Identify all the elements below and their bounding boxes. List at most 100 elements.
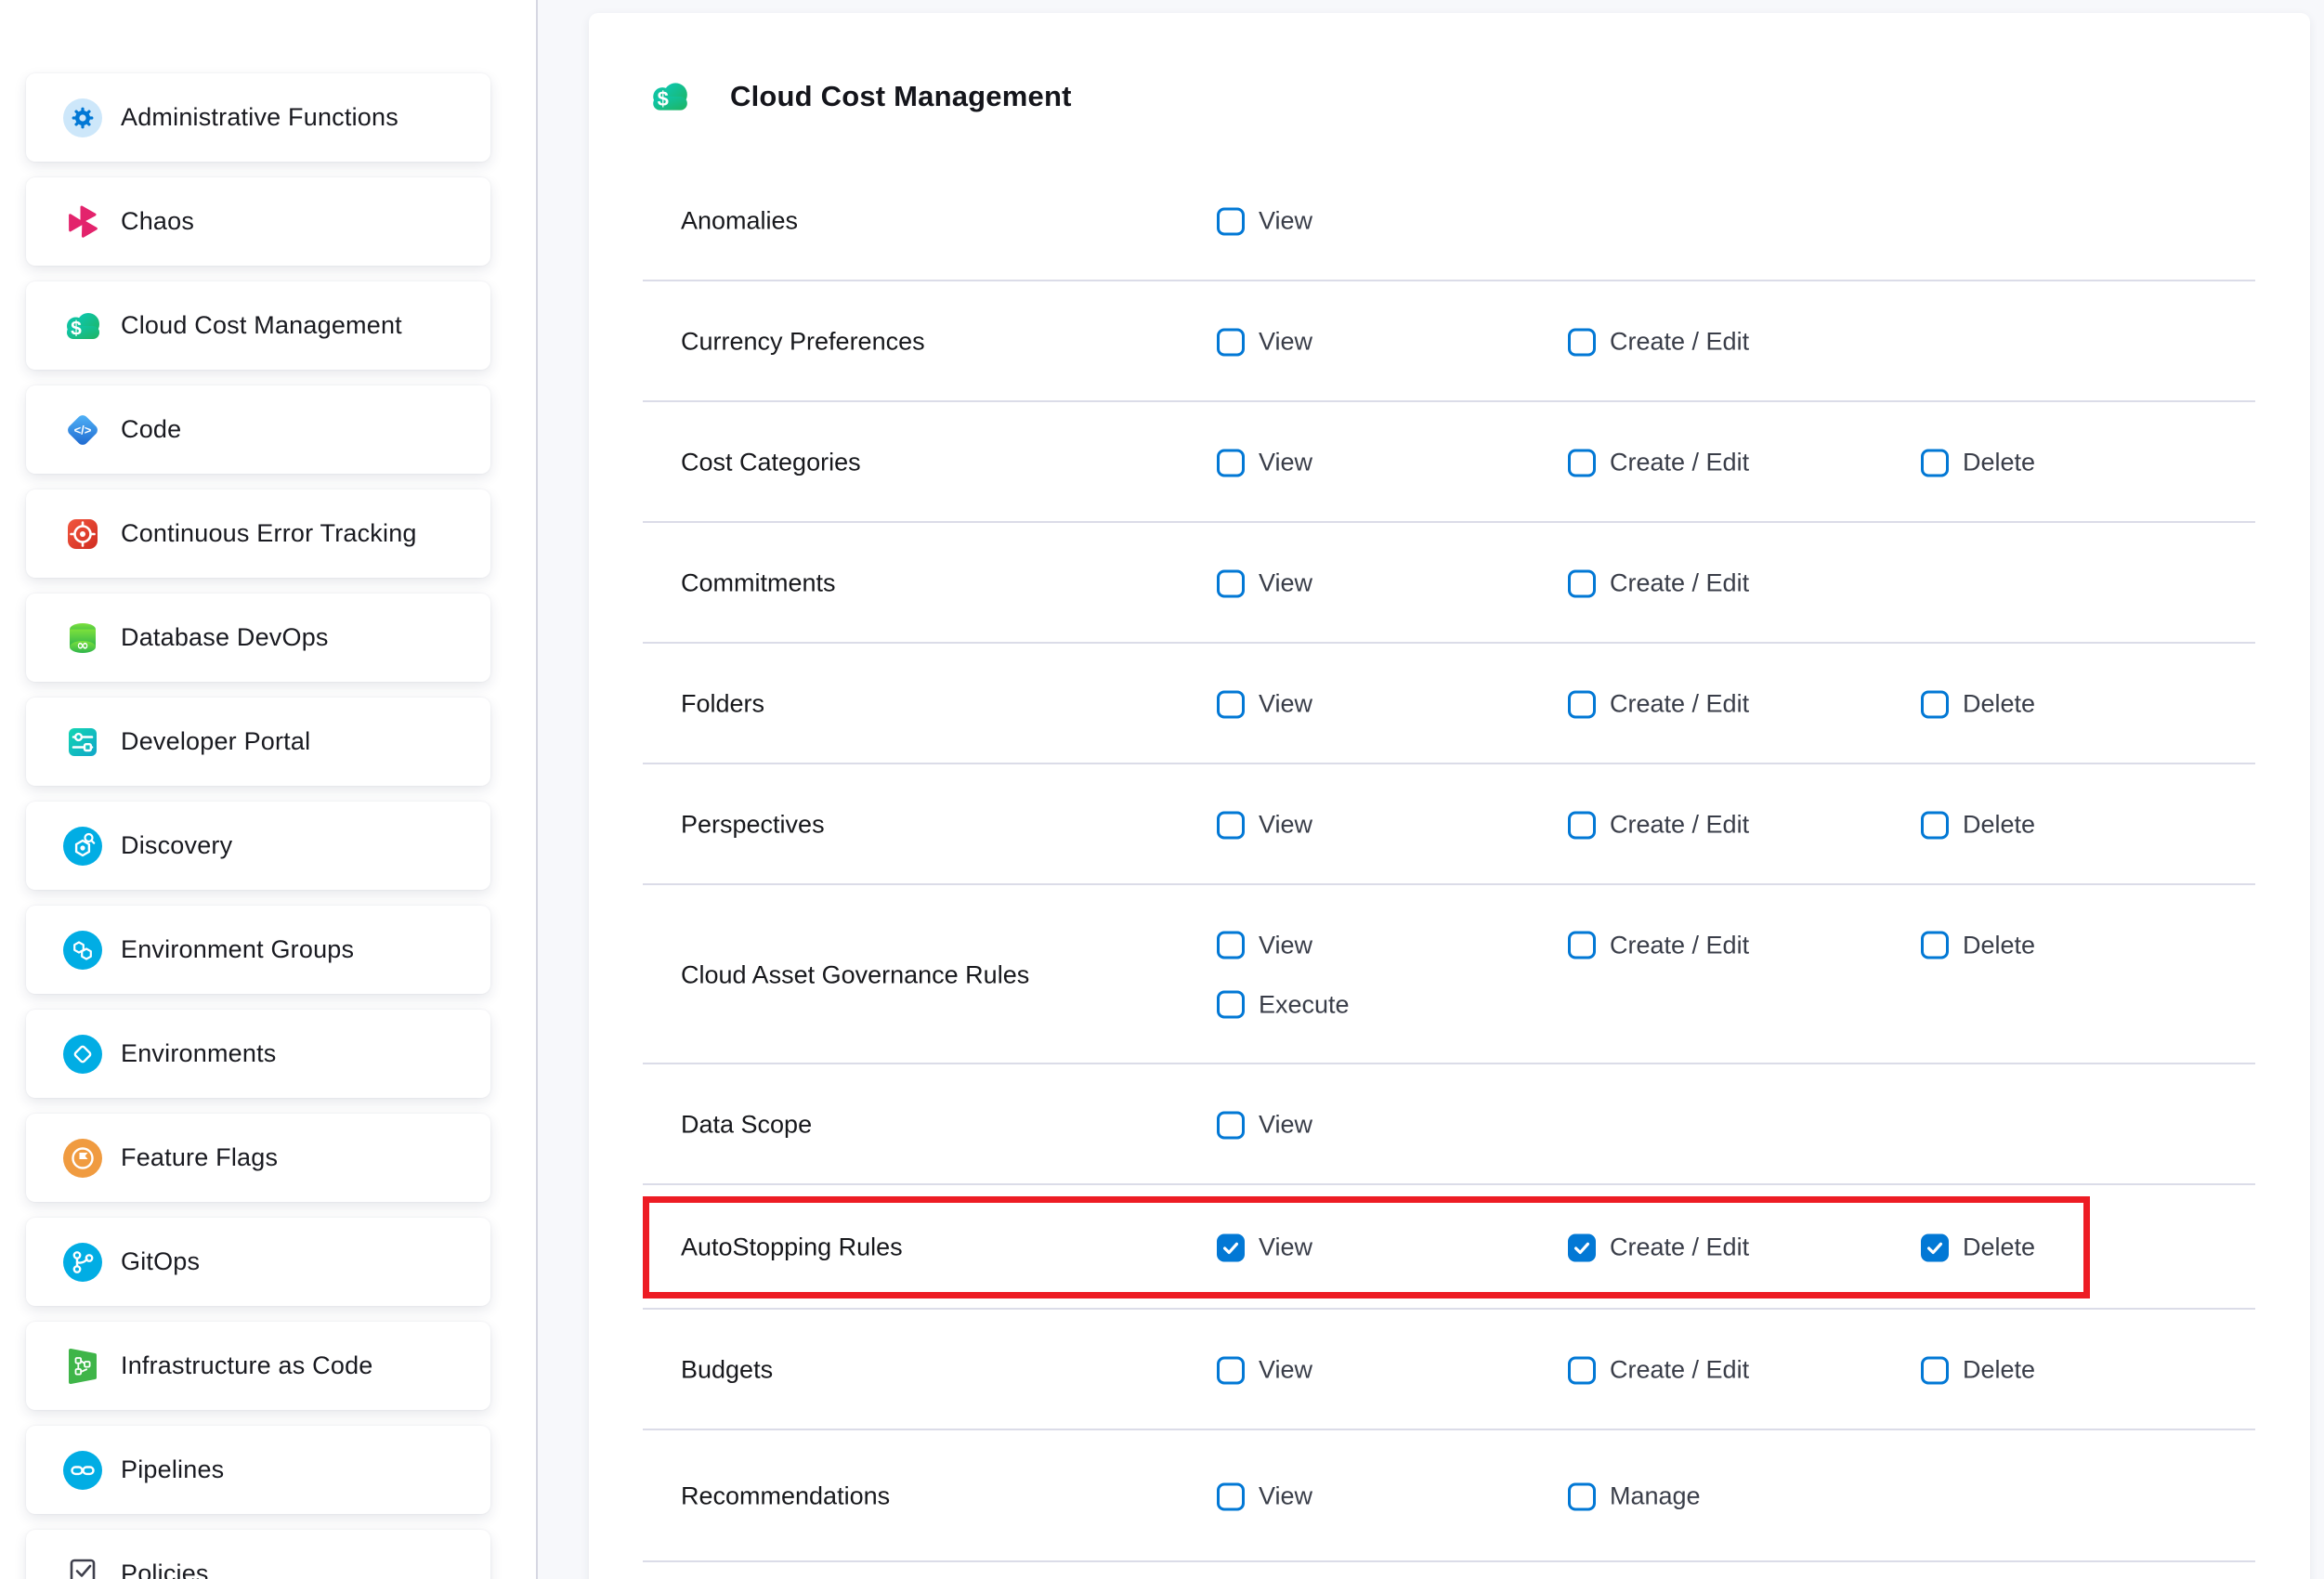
permission-row-cost-categories: Cost CategoriesViewCreate / EditDelete — [589, 402, 2310, 523]
permission-cell-commitments-view[interactable]: View — [1217, 569, 1312, 598]
permission-cell-perspectives-view[interactable]: View — [1217, 811, 1312, 840]
checkbox-view[interactable] — [1217, 1111, 1245, 1139]
target-icon — [62, 514, 103, 555]
permission-cell-perspectives-create-edit[interactable]: Create / Edit — [1568, 811, 1749, 840]
permission-cell-anomalies-view[interactable]: View — [1217, 207, 1312, 236]
permission-cells: View Create / Edit Delete — [589, 644, 2310, 764]
checked-checkbox-delete[interactable] — [1921, 1233, 1949, 1261]
permission-cell-autostopping-rules-create-edit[interactable]: Create / Edit — [1568, 1233, 1749, 1262]
permission-line: View — [589, 191, 2310, 251]
permission-row-folders: FoldersViewCreate / EditDelete — [589, 644, 2310, 764]
permission-cell-recommendations-view[interactable]: View — [1217, 1482, 1312, 1511]
checkbox-view[interactable] — [1217, 1356, 1245, 1384]
permission-label: View — [1259, 1111, 1312, 1140]
checked-checkbox-create-edit[interactable] — [1568, 1233, 1596, 1261]
permission-row-budgets: BudgetsViewCreate / EditDelete — [589, 1310, 2310, 1430]
sidebar-item-developer-portal[interactable]: Developer Portal — [26, 698, 490, 786]
checkbox-view[interactable] — [1217, 932, 1245, 959]
permission-cell-folders-create-edit[interactable]: Create / Edit — [1568, 690, 1749, 719]
sidebar-item-continuous-error-tracking[interactable]: Continuous Error Tracking — [26, 489, 490, 578]
permission-cell-cloud-asset-governance-rules-delete[interactable]: Delete — [1921, 931, 2035, 959]
checkbox-create-edit[interactable] — [1568, 328, 1596, 356]
permission-label: Manage — [1610, 1482, 1701, 1511]
sidebar-item-environments[interactable]: Environments — [26, 1010, 490, 1098]
permission-label: Create / Edit — [1610, 931, 1749, 959]
main-area: $ Cloud Cost Management AnomaliesViewCur… — [538, 0, 2324, 1579]
checkbox-execute[interactable] — [1217, 991, 1245, 1019]
permission-label: View — [1259, 931, 1312, 959]
checkbox-create-edit[interactable] — [1568, 569, 1596, 597]
checkbox-view[interactable] — [1217, 207, 1245, 235]
permission-cell-cloud-asset-governance-rules-execute[interactable]: Execute — [1217, 990, 1350, 1019]
permissions-page: Administrative Functions Chaos $Cloud Cost… — [0, 0, 2324, 1579]
checkbox-delete[interactable] — [1921, 811, 1949, 839]
sidebar-item-database-devops[interactable]: ∞Database DevOps — [26, 594, 490, 682]
permission-cells: View — [589, 161, 2310, 281]
sidebar-item-cloud-cost-management[interactable]: $Cloud Cost Management — [26, 281, 490, 370]
permission-label: View — [1259, 690, 1312, 719]
sidebar-item-code[interactable]: </>Code — [26, 385, 490, 474]
permission-cell-currency-preferences-create-edit[interactable]: Create / Edit — [1568, 328, 1749, 357]
permission-cell-autostopping-rules-delete[interactable]: Delete — [1921, 1233, 2035, 1262]
sidebar-item-infrastructure-as-code[interactable]: Infrastructure as Code — [26, 1322, 490, 1410]
checkbox-view[interactable] — [1217, 569, 1245, 597]
permission-cell-cost-categories-delete[interactable]: Delete — [1921, 449, 2035, 477]
permission-cell-folders-delete[interactable]: Delete — [1921, 690, 2035, 719]
permission-cell-commitments-create-edit[interactable]: Create / Edit — [1568, 569, 1749, 598]
permission-cells: View Create / Edit Delete — [589, 402, 2310, 523]
checkbox-delete[interactable] — [1921, 1356, 1949, 1384]
checkbox-create-edit[interactable] — [1568, 1356, 1596, 1384]
permission-cell-autostopping-rules-view[interactable]: View — [1217, 1233, 1312, 1262]
permission-label: Execute — [1259, 990, 1350, 1019]
checkbox-create-edit[interactable] — [1568, 449, 1596, 476]
permission-label: Create / Edit — [1610, 1233, 1749, 1262]
checkbox-delete[interactable] — [1921, 449, 1949, 476]
permission-line: View Create / Edit — [589, 312, 2310, 372]
permission-label: View — [1259, 449, 1312, 477]
permission-row-anomalies: AnomaliesView — [589, 161, 2310, 281]
permission-cell-perspectives-delete[interactable]: Delete — [1921, 811, 2035, 840]
permission-cell-cost-categories-create-edit[interactable]: Create / Edit — [1568, 449, 1749, 477]
permission-row-currency-preferences: Currency PreferencesViewCreate / Edit — [589, 281, 2310, 402]
checkbox-create-edit[interactable] — [1568, 932, 1596, 959]
sidebar-item-feature-flags[interactable]: Feature Flags — [26, 1114, 490, 1202]
checked-checkbox-view[interactable] — [1217, 1233, 1245, 1261]
sidebar-item-administrative-functions[interactable]: Administrative Functions — [26, 73, 490, 162]
permission-row-commitments: CommitmentsViewCreate / Edit — [589, 523, 2310, 644]
sidebar-item-label: GitOps — [121, 1247, 200, 1276]
permission-cells: View — [589, 1064, 2310, 1185]
permission-label: Delete — [1963, 449, 2035, 477]
sidebar-item-chaos[interactable]: Chaos — [26, 177, 490, 266]
permission-row-recommendations: RecommendationsViewManage — [589, 1430, 2310, 1562]
checkbox-create-edit[interactable] — [1568, 690, 1596, 718]
permission-cell-cloud-asset-governance-rules-create-edit[interactable]: Create / Edit — [1568, 931, 1749, 959]
permission-line: View Create / Edit Delete — [589, 916, 2310, 975]
permission-line: View — [589, 1095, 2310, 1155]
checkbox-delete[interactable] — [1921, 932, 1949, 959]
checkbox-delete[interactable] — [1921, 690, 1949, 718]
permission-cell-cost-categories-view[interactable]: View — [1217, 449, 1312, 477]
permission-cell-folders-view[interactable]: View — [1217, 690, 1312, 719]
sidebar-item-environment-groups[interactable]: Environment Groups — [26, 906, 490, 994]
checkbox-manage[interactable] — [1568, 1482, 1596, 1510]
checkbox-view[interactable] — [1217, 1482, 1245, 1510]
permission-label: Delete — [1963, 1356, 2035, 1385]
checkbox-view[interactable] — [1217, 449, 1245, 476]
checkbox-view[interactable] — [1217, 811, 1245, 839]
permission-cell-budgets-view[interactable]: View — [1217, 1356, 1312, 1385]
permission-cell-budgets-delete[interactable]: Delete — [1921, 1356, 2035, 1385]
sidebar-item-gitops[interactable]: GitOps — [26, 1218, 490, 1306]
checkbox-create-edit[interactable] — [1568, 811, 1596, 839]
sidebar-item-pipelines[interactable]: Pipelines — [26, 1426, 490, 1514]
permission-cell-currency-preferences-view[interactable]: View — [1217, 328, 1312, 357]
permission-cell-recommendations-manage[interactable]: Manage — [1568, 1482, 1701, 1511]
permission-label: View — [1259, 207, 1312, 236]
permission-cell-cloud-asset-governance-rules-view[interactable]: View — [1217, 931, 1312, 959]
permission-cell-data-scope-view[interactable]: View — [1217, 1111, 1312, 1140]
checkbox-view[interactable] — [1217, 328, 1245, 356]
sidebar-list: Administrative Functions Chaos $Cloud Cost… — [0, 73, 536, 1579]
permission-cell-budgets-create-edit[interactable]: Create / Edit — [1568, 1356, 1749, 1385]
sidebar-item-discovery[interactable]: Discovery — [26, 802, 490, 890]
sidebar-item-policies[interactable]: Policies — [26, 1530, 490, 1579]
checkbox-view[interactable] — [1217, 690, 1245, 718]
